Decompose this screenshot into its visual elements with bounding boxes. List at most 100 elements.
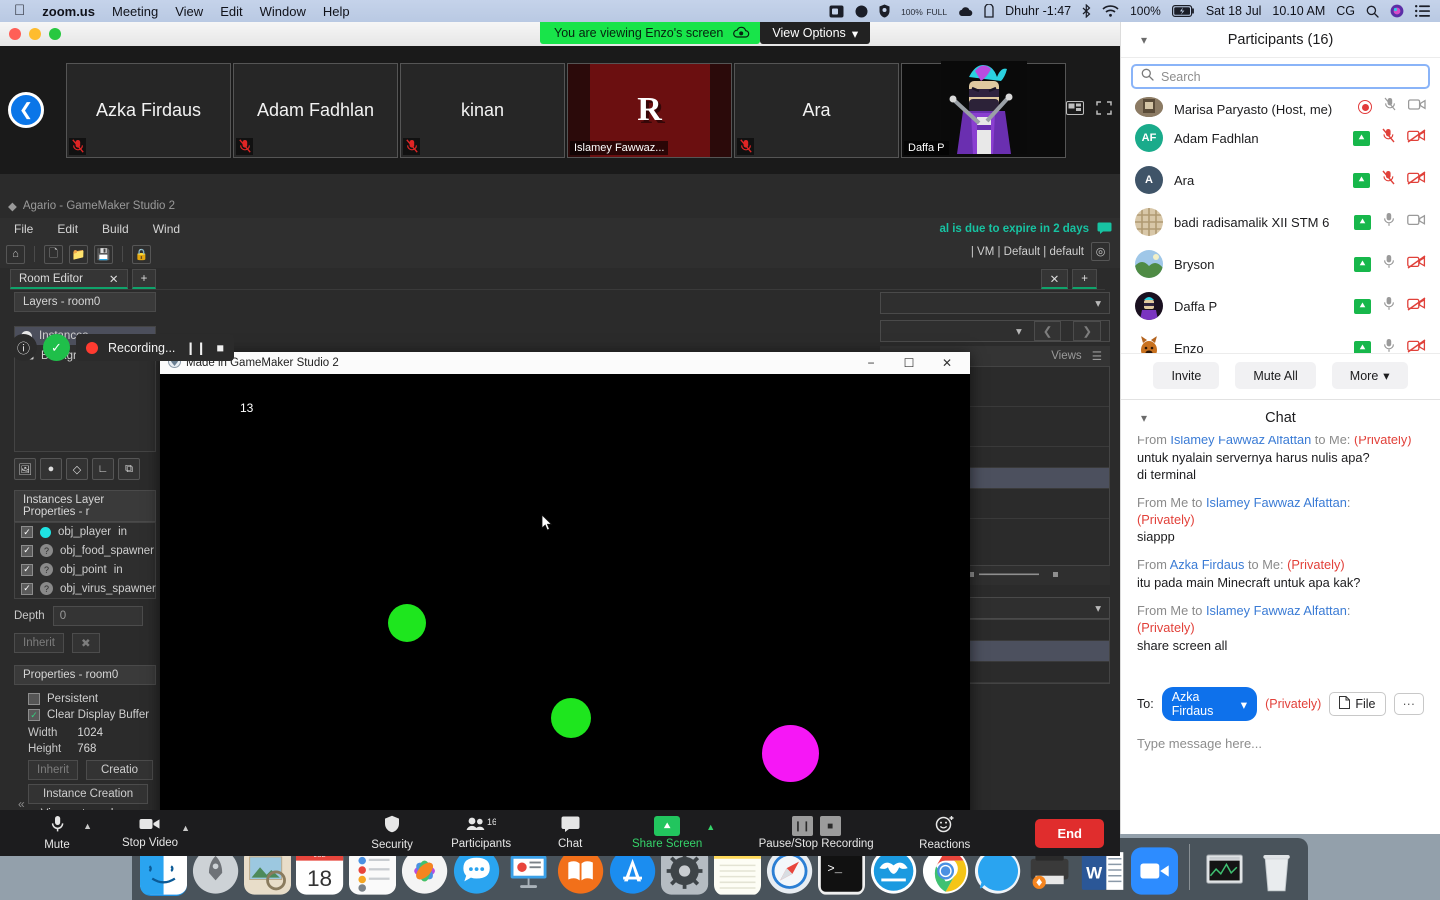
zoom-slider[interactable]	[968, 569, 1059, 582]
depth-input[interactable]: 0	[52, 606, 143, 626]
pause-icon[interactable]: ❙❙	[791, 816, 813, 836]
pause-stop-recording-button[interactable]: ❙❙ ■ Pause/Stop Recording	[741, 816, 891, 850]
save-icon[interactable]: 💾	[94, 244, 113, 264]
menu-item-meeting[interactable]: Meeting	[112, 4, 158, 19]
menu-icon[interactable]: ☰	[1092, 349, 1102, 363]
checkbox-unchecked-icon[interactable]	[28, 693, 40, 705]
add-path-layer-icon[interactable]: ∟	[92, 458, 114, 480]
chevron-down-icon[interactable]: ▾	[1141, 33, 1147, 47]
clear-display-buffer-row[interactable]: ✓ Clear Display Buffer	[28, 707, 152, 723]
gallery-view-icon[interactable]	[1066, 100, 1084, 120]
instance-creation-button[interactable]: Instance Creation	[28, 784, 149, 804]
spotlight-search-icon[interactable]	[1366, 5, 1379, 18]
screen-record-icon[interactable]	[829, 5, 844, 18]
view-options-button[interactable]: View Options ▾	[760, 22, 871, 44]
prev-asset-button[interactable]: ❮	[1033, 321, 1062, 341]
bluetooth-icon[interactable]	[1082, 4, 1091, 18]
video-tile-adam-fadhlan[interactable]: Adam Fadhlan	[233, 62, 398, 158]
checkbox-checked-icon[interactable]: ✓	[21, 526, 33, 538]
reset-icon[interactable]: ✖	[71, 633, 100, 653]
video-on-icon[interactable]	[1407, 213, 1426, 232]
raise-hand-badge-icon[interactable]: ⯅	[1353, 172, 1370, 188]
video-tile-ara[interactable]: Ara	[734, 62, 899, 158]
participants-search-input[interactable]: Search	[1161, 70, 1201, 84]
video-tile-daffa-p[interactable]: Daffa P	[901, 61, 1066, 158]
video-off-icon[interactable]	[1407, 98, 1426, 116]
send-file-button[interactable]: File	[1329, 692, 1386, 716]
add-instance-layer-icon[interactable]: ●	[40, 458, 62, 480]
cloud-upload-icon[interactable]	[958, 6, 973, 17]
creation-code-button[interactable]: Creatio	[85, 760, 154, 780]
video-tile-islamey-fawwaz[interactable]: R Islamey Fawwaz...	[567, 62, 732, 158]
participants-list[interactable]: Marisa Paryasto (Host, me) AF Adam Fadhl…	[1121, 93, 1440, 353]
tab-right-add[interactable]: +	[1072, 269, 1097, 289]
video-off-icon[interactable]	[1407, 128, 1426, 148]
chat-button[interactable]: Chat	[539, 816, 601, 850]
dock-item-zoom[interactable]	[1130, 846, 1178, 896]
video-off-icon[interactable]	[1407, 170, 1426, 190]
new-file-icon[interactable]: 🗋	[44, 244, 63, 264]
game-canvas[interactable]: 13	[160, 374, 970, 810]
participant-row-adam-fadhlan[interactable]: AF Adam Fadhlan ⯅	[1121, 117, 1440, 159]
gm-menu-window[interactable]: Wind	[153, 222, 180, 236]
menu-item-view[interactable]: View	[175, 4, 203, 19]
menu-item-zoom-us[interactable]: zoom.us	[42, 4, 95, 19]
instance-row-obj-virus-spawner[interactable]: ✓ ? obj_virus_spawner in	[15, 579, 172, 598]
stop-icon[interactable]: ■	[216, 341, 224, 355]
tab-right-close[interactable]: ✕	[1040, 269, 1069, 289]
gm-menu-file[interactable]: File	[14, 222, 33, 236]
participants-button[interactable]: 16 Participants	[443, 817, 519, 850]
stop-icon[interactable]: ■	[819, 816, 841, 836]
width-value[interactable]: 1024	[77, 727, 103, 739]
mic-on-icon[interactable]	[1383, 254, 1395, 274]
checkbox-checked-icon[interactable]: ✓	[21, 544, 33, 557]
participant-row-host[interactable]: Marisa Paryasto (Host, me)	[1121, 93, 1440, 117]
right-room-select[interactable]: ▾	[880, 292, 1110, 314]
tab-room-editor[interactable]: Room Editor ✕	[10, 269, 128, 289]
share-screen-button[interactable]: ⯅ Share Screen ▲	[621, 816, 715, 850]
instance-row-obj-point[interactable]: ✓ ? obj_point in	[15, 560, 155, 579]
home-icon[interactable]: ⌂	[6, 244, 25, 264]
collapse-strip-button[interactable]: ❮	[8, 92, 44, 128]
close-window-button[interactable]	[9, 28, 21, 40]
shield-icon[interactable]: ✓	[43, 334, 70, 361]
chat-message-input[interactable]: Type message here...	[1121, 736, 1278, 751]
next-asset-button[interactable]: ❯	[1073, 321, 1101, 341]
wifi-icon[interactable]	[1102, 5, 1119, 17]
close-icon[interactable]: ✕	[109, 272, 119, 286]
minimize-window-button[interactable]	[29, 28, 41, 40]
checkbox-checked-icon[interactable]: ✓	[21, 582, 33, 595]
chat-recipient-dropdown[interactable]: Azka Firdaus ▾	[1161, 687, 1258, 721]
control-center-icon[interactable]	[1415, 5, 1430, 17]
height-value[interactable]: 768	[77, 743, 96, 755]
vpn-shield-icon[interactable]	[879, 4, 890, 18]
raise-hand-badge-icon[interactable]: ⯅	[1354, 340, 1371, 353]
user-initials-label[interactable]: CG	[1336, 4, 1355, 18]
mic-off-icon[interactable]	[1382, 128, 1395, 148]
end-meeting-button[interactable]: End	[1035, 818, 1104, 848]
video-off-icon[interactable]	[1407, 254, 1426, 274]
info-icon[interactable]: ⓘ	[10, 334, 37, 361]
inherit-button-2[interactable]: Inherit	[28, 760, 78, 780]
mic-on-icon[interactable]	[1383, 296, 1395, 316]
menu-item-help[interactable]: Help	[323, 4, 350, 19]
instance-row-obj-food-spawner[interactable]: ✓ ? obj_food_spawner in	[15, 541, 170, 560]
inherit-button[interactable]: Inherit	[14, 633, 64, 653]
apple-logo-icon[interactable]: 	[14, 3, 25, 18]
persistent-row[interactable]: Persistent	[28, 691, 152, 707]
open-folder-icon[interactable]: 📁	[69, 244, 88, 264]
chevron-up-icon[interactable]: ▲	[83, 821, 92, 831]
window-traffic-lights[interactable]	[0, 28, 61, 40]
battery-icon[interactable]	[1171, 5, 1195, 17]
maximize-window-button[interactable]	[49, 28, 61, 40]
target-settings-icon[interactable]: ◎	[1091, 242, 1110, 261]
close-icon[interactable]: ✕	[928, 352, 966, 374]
instances-list[interactable]: ✓ obj_player in ✓ ? obj_food_spawner in	[14, 522, 172, 599]
add-asset-layer-icon[interactable]: ◇	[66, 458, 88, 480]
participant-row-ara[interactable]: A Ara ⯅	[1121, 159, 1440, 201]
participant-row-bryson[interactable]: Bryson ⯅	[1121, 243, 1440, 285]
instance-row-obj-player[interactable]: ✓ obj_player in	[15, 523, 155, 541]
fullscreen-icon[interactable]	[1096, 100, 1112, 120]
mute-button[interactable]: Mute ▲	[26, 815, 92, 851]
video-tile-kinan[interactable]: kinan	[400, 62, 565, 158]
